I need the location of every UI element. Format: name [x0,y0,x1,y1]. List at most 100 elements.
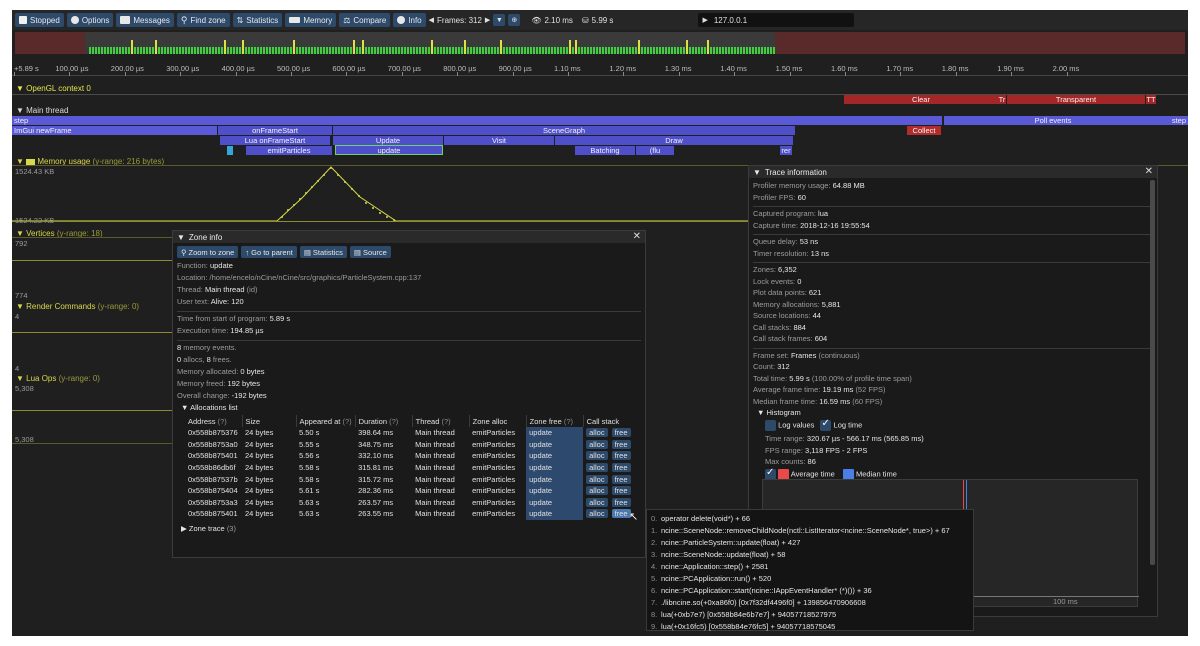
alloc-callstack-button[interactable]: alloc [586,463,608,473]
zone-batching[interactable]: Batching [575,146,635,155]
close-icon[interactable]: ✕ [1145,166,1153,178]
table-row[interactable]: 0x558b86db6f 24 bytes 5.58 s 315.81 ms Main … [185,461,639,474]
zone-lua-small[interactable] [227,146,233,155]
free-callstack-button[interactable]: free [611,428,631,438]
cell-zone-free[interactable]: update [526,484,584,497]
info-button[interactable]: Info [393,13,426,27]
render-commands-label[interactable]: ▼ Render Commands (y-range: 0) [16,302,139,311]
zone-onframestart[interactable]: onFrameStart [218,126,332,135]
frames-dropdown-button[interactable]: ▼ [493,14,506,26]
trace-info-titlebar[interactable]: ▼ Trace information ✕ [749,166,1157,178]
frames-overview[interactable] [15,32,1185,54]
next-frame-arrow[interactable]: ▶ [485,16,490,24]
zone-collect[interactable]: Collect [907,126,941,135]
cell-zone-alloc[interactable]: emitParticles [469,473,526,485]
alloc-callstack-button[interactable]: alloc [586,486,608,496]
gpu-zone-tr[interactable]: Tr [998,95,1006,104]
cell-zone-alloc[interactable]: emitParticles [469,450,526,462]
zone-update-selected[interactable]: update [335,145,443,155]
zone-rer[interactable]: rer [780,146,792,155]
zone-emit-particles[interactable]: emitParticles [246,146,332,155]
histogram-toggle[interactable]: ▼ Histogram [753,408,1153,420]
table-row[interactable]: 0x558b8753a0 24 bytes 5.55 s 348.75 ms Main … [185,438,639,451]
trace-info-scrollbar[interactable] [1150,180,1155,565]
zone-scenegraph[interactable]: SceneGraph [333,126,795,135]
cell-zone-alloc[interactable]: emitParticles [469,497,526,509]
alloc-callstack-button[interactable]: alloc [586,497,608,507]
log-values-checkbox[interactable] [765,420,776,431]
table-row[interactable]: 0x558b875401 24 bytes 5.56 s 332.10 ms Main … [185,450,639,462]
zoom-to-zone-button[interactable]: ⚲ Zoom to zone [177,246,239,258]
source-button[interactable]: ▤ Source [349,246,391,258]
log-time-checkbox[interactable] [820,418,832,431]
col-call-stack[interactable]: Call stack [583,415,639,427]
cell-address[interactable]: 0x558b86db6f [185,462,242,474]
zone-info-titlebar[interactable]: ▼ Zone info ✕ [173,231,645,243]
options-button[interactable]: Options [66,13,114,27]
free-callstack-button[interactable]: free [611,463,631,473]
cell-address[interactable]: 0x558b875404 [185,485,242,497]
table-row[interactable]: 0x558b8753a3 24 bytes 5.63 s 263.57 ms Main … [185,496,639,509]
free-callstack-button[interactable]: free [611,497,631,507]
col-duration[interactable]: Duration (?) [355,415,413,427]
zone-step[interactable]: step [12,116,942,125]
cell-zone-alloc[interactable]: emitParticles [469,485,526,497]
zone-flu[interactable]: (flu [636,146,674,155]
lua-ops-label[interactable]: ▼ Lua Ops (y-range: 0) [16,374,100,383]
alloc-callstack-button[interactable]: alloc [586,451,608,461]
free-callstack-button[interactable]: free [611,451,631,461]
col-thread[interactable]: Thread (?) [412,415,470,427]
cell-zone-free[interactable]: update [526,438,584,451]
zone-step-2[interactable]: step [1162,116,1188,125]
compare-button[interactable]: ⚖ Compare [339,13,391,27]
find-zone-button[interactable]: ⚲ Find zone [176,13,230,27]
main-thread-label[interactable]: ▼ Main thread [16,106,68,115]
cell-zone-free[interactable]: update [526,508,584,520]
zone-update[interactable]: Update [333,136,443,145]
cell-zone-alloc[interactable]: emitParticles [469,462,526,474]
zone-statistics-button[interactable]: ▤ Statistics [299,246,347,258]
free-callstack-button[interactable]: free [611,474,631,484]
table-row[interactable]: 0x558b875401 24 bytes 5.63 s 263.55 ms Main … [185,508,639,520]
free-callstack-button[interactable]: free [611,486,631,496]
col-zone-alloc[interactable]: Zone alloc [469,415,527,427]
gpu-zone-transparent[interactable]: Transparent [1007,95,1145,104]
cell-zone-alloc[interactable]: emitParticles [469,439,526,451]
close-icon[interactable]: ✕ [633,231,641,243]
memory-button[interactable]: Memory [285,13,337,27]
zone-visit[interactable]: Visit [444,136,554,145]
stopped-button[interactable]: Stopped [15,13,64,27]
alloc-callstack-button[interactable]: alloc [586,428,608,438]
go-to-parent-button[interactable]: ↑ Go to parent [241,246,297,258]
alloc-callstack-button[interactable]: alloc [586,509,608,519]
free-callstack-button[interactable]: free [611,439,631,449]
alloc-callstack-button[interactable]: alloc [586,439,608,449]
zone-lua-onframestart[interactable]: Lua onFrameStart [220,136,330,145]
crosshairs-button[interactable]: ⊕ [508,14,521,26]
free-callstack-button[interactable]: free [611,509,631,519]
frame-set-row[interactable]: Frame set: Frames (continuous) [753,351,1153,363]
table-row[interactable]: 0x558b875404 24 bytes 5.61 s 282.36 ms Main … [185,484,639,497]
messages-button[interactable]: Messages [116,13,174,27]
cell-address[interactable]: 0x558b8753a0 [185,439,242,451]
cell-zone-alloc[interactable]: emitParticles [469,427,526,439]
cell-address[interactable]: 0x558b8753a3 [185,497,242,509]
cell-zone-free[interactable]: update [526,450,584,462]
cell-zone-free[interactable]: update [526,427,584,439]
cell-zone-free[interactable]: update [526,473,584,485]
cell-address[interactable]: 0x558b875401 [185,450,242,462]
opengl-context-label[interactable]: ▼ OpenGL context 0 [16,84,91,93]
prev-frame-arrow[interactable]: ◀ [429,16,434,24]
cell-zone-free[interactable]: update [526,461,584,474]
zone-poll-events[interactable]: Poll events [944,116,1162,125]
col-zone-free[interactable]: Zone free (?) [526,415,584,427]
cell-address[interactable]: 0x558b875376 [185,427,242,439]
zone-trace-toggle[interactable]: ▶ Zone trace (3) [177,524,641,536]
cell-zone-free[interactable]: update [526,496,584,509]
cell-address[interactable]: 0x558b875401 [185,508,242,520]
cell-address[interactable]: 0x558b87537b [185,473,242,485]
table-row[interactable]: 0x558b87537b 24 bytes 5.58 s 315.72 ms Main … [185,473,639,485]
alloc-callstack-button[interactable]: alloc [586,474,608,484]
statistics-button[interactable]: ⇅ Statistics [232,13,283,27]
cell-zone-alloc[interactable]: emitParticles [469,508,526,520]
